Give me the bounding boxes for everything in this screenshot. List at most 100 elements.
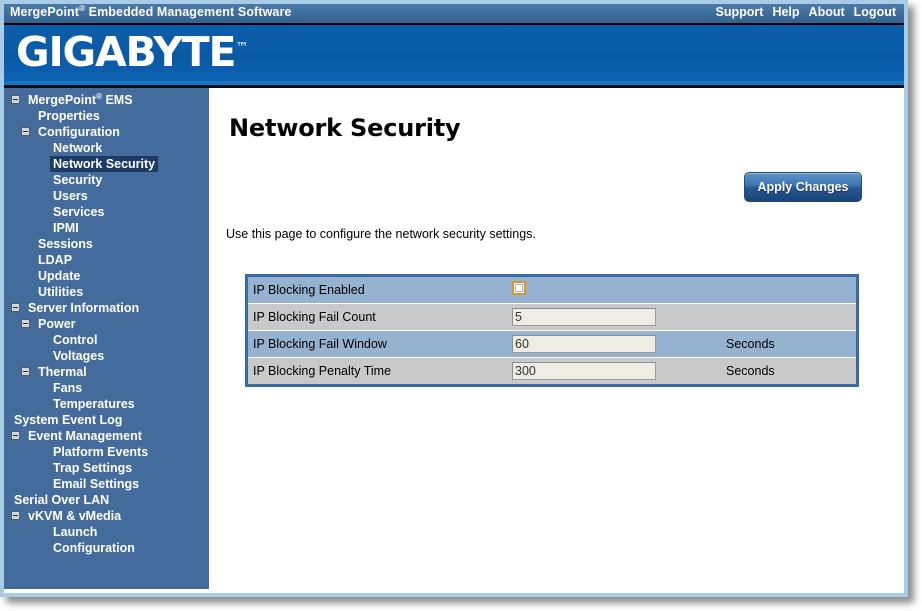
sidebar-item-security[interactable]: Security [4, 172, 209, 188]
gigabyte-logo-text: GIGABYTE [16, 28, 237, 76]
ip-blocking-fail-window-input[interactable] [512, 335, 656, 353]
sidebar-item-label: Power [38, 317, 76, 331]
sidebar-item-platform-events[interactable]: Platform Events [4, 444, 209, 460]
app-title-suffix: Embedded Management Software [85, 5, 292, 19]
sidebar-item-launch[interactable]: Launch [4, 524, 209, 540]
sidebar-item-ipmi[interactable]: IPMI [4, 220, 209, 236]
sidebar-item-label: Users [53, 189, 88, 203]
page-description: Use this page to configure the network s… [226, 227, 536, 241]
setting-label: IP Blocking Penalty Time [253, 364, 392, 378]
sidebar-item-label: Configuration [38, 125, 120, 139]
sidebar-item-trap-settings[interactable]: Trap Settings [4, 460, 209, 476]
sidebar-item-label: IPMI [53, 221, 79, 235]
tree-collapse-icon[interactable] [11, 303, 20, 313]
sidebar-item-event-management[interactable]: Event Management [4, 428, 209, 444]
sidebar-item-network-security[interactable]: Network Security [4, 156, 209, 172]
sidebar-item-label: vKVM & vMedia [28, 509, 122, 523]
ip-blocking-fail-count-input[interactable] [512, 308, 656, 326]
setting-label: IP Blocking Enabled [253, 283, 365, 297]
sidebar-item-label: Configuration [53, 541, 135, 555]
titlebar-links: Support Help About Logout [716, 5, 896, 19]
tree-collapse-icon[interactable] [21, 367, 30, 377]
sidebar-item-server-information[interactable]: Server Information [4, 300, 209, 316]
link-support[interactable]: Support [716, 5, 764, 19]
browser-window-frame: MergePoint® Embedded Management Software… [0, 0, 908, 597]
sidebar-item-control[interactable]: Control [4, 332, 209, 348]
app-title: MergePoint® Embedded Management Software [10, 4, 292, 19]
sidebar-item-services[interactable]: Services [4, 204, 209, 220]
network-security-settings-table: IP Blocking Enabled IP Blocking Fail Coun… [245, 274, 859, 387]
link-help[interactable]: Help [772, 5, 799, 19]
page-title: Network Security [229, 114, 461, 142]
sidebar-item-label: Temperatures [53, 397, 135, 411]
ip-blocking-penalty-time-input[interactable] [512, 362, 656, 380]
sidebar-item-configuration[interactable]: Configuration [4, 124, 209, 140]
registered-mark-icon: ® [96, 91, 102, 101]
setting-control-cell [512, 280, 720, 300]
sidebar-item-label: Voltages [53, 349, 105, 363]
main-content: Network Security Apply Changes Use this … [213, 88, 904, 593]
setting-label: IP Blocking Fail Window [253, 337, 387, 351]
setting-unit-label: Seconds [726, 364, 775, 378]
sidebar-item-system-event-log[interactable]: System Event Log [4, 412, 209, 428]
brand-banner: GIGABYTE™ [4, 25, 904, 81]
sidebar-item-label: Utilities [38, 285, 84, 299]
sidebar-item-label: Security [53, 173, 103, 187]
sidebar-item-label: Serial Over LAN [14, 493, 110, 507]
setting-unit-label: Seconds [726, 337, 775, 351]
sidebar-item-email-settings[interactable]: Email Settings [4, 476, 209, 492]
sidebar-item-thermal[interactable]: Thermal [4, 364, 209, 380]
link-about[interactable]: About [809, 5, 845, 19]
app-title-product: MergePoint [10, 5, 80, 19]
tree-collapse-icon[interactable] [21, 127, 30, 137]
settings-row: IP Blocking Enabled [248, 277, 856, 304]
sidebar-item-properties[interactable]: Properties [4, 108, 209, 124]
link-logout[interactable]: Logout [854, 5, 896, 19]
sidebar-item-label: Email Settings [53, 477, 140, 491]
sidebar-item-label: Sessions [38, 237, 93, 251]
setting-control-cell [512, 308, 720, 326]
trademark-icon: ™ [235, 40, 249, 56]
sidebar-item-serial-over-lan[interactable]: Serial Over LAN [4, 492, 209, 508]
apply-changes-button[interactable]: Apply Changes [744, 172, 862, 202]
sidebar-item-label: Properties [38, 109, 100, 123]
sidebar-item-label: Thermal [38, 365, 87, 379]
sidebar-nav: MergePoint® EMS Properties Configuration Ne… [4, 88, 209, 589]
sidebar-item-update[interactable]: Update [4, 268, 209, 284]
sidebar-item-ldap[interactable]: LDAP [4, 252, 209, 268]
sidebar-item-label: MergePoint® EMS [28, 91, 133, 107]
sidebar-item-fans[interactable]: Fans [4, 380, 209, 396]
sidebar-item-network[interactable]: Network [4, 140, 209, 156]
sidebar-item-label: Update [38, 269, 81, 283]
setting-control-cell [512, 362, 720, 380]
sidebar-item-label: Network Security [50, 156, 159, 172]
settings-row: IP Blocking Fail Count [248, 304, 856, 331]
tree-collapse-icon[interactable] [11, 95, 20, 105]
sidebar-item-label: Trap Settings [53, 461, 133, 475]
setting-label: IP Blocking Fail Count [253, 310, 376, 324]
sidebar-item-label: Network [53, 141, 103, 155]
sidebar-item-users[interactable]: Users [4, 188, 209, 204]
ip-blocking-enabled-checkbox[interactable] [512, 280, 526, 295]
window-inner: MergePoint® Embedded Management Software… [4, 4, 904, 593]
tree-collapse-icon[interactable] [21, 319, 30, 329]
tree-collapse-icon[interactable] [11, 431, 20, 441]
sidebar-item-utilities[interactable]: Utilities [4, 284, 209, 300]
settings-row: IP Blocking Fail Window Seconds [248, 331, 856, 358]
sidebar-item-configuration[interactable]: Configuration [4, 540, 209, 556]
sidebar-item-temperatures[interactable]: Temperatures [4, 396, 209, 412]
sidebar-item-mergepoint[interactable]: MergePoint® EMS [4, 92, 209, 108]
sidebar-item-sessions[interactable]: Sessions [4, 236, 209, 252]
sidebar-item-label: Event Management [28, 429, 142, 443]
sidebar-item-label: Control [53, 333, 98, 347]
sidebar-item-power[interactable]: Power [4, 316, 209, 332]
sidebar-item-vkvm-vmedia[interactable]: vKVM & vMedia [4, 508, 209, 524]
tree-collapse-icon[interactable] [11, 511, 20, 521]
sidebar-item-voltages[interactable]: Voltages [4, 348, 209, 364]
sidebar-item-label: LDAP [38, 253, 73, 267]
sidebar-item-label: System Event Log [14, 413, 123, 427]
banner-accent-rule [4, 81, 904, 88]
sidebar-item-label: Platform Events [53, 445, 149, 459]
setting-control-cell [512, 335, 720, 353]
app-titlebar: MergePoint® Embedded Management Software… [4, 4, 904, 25]
